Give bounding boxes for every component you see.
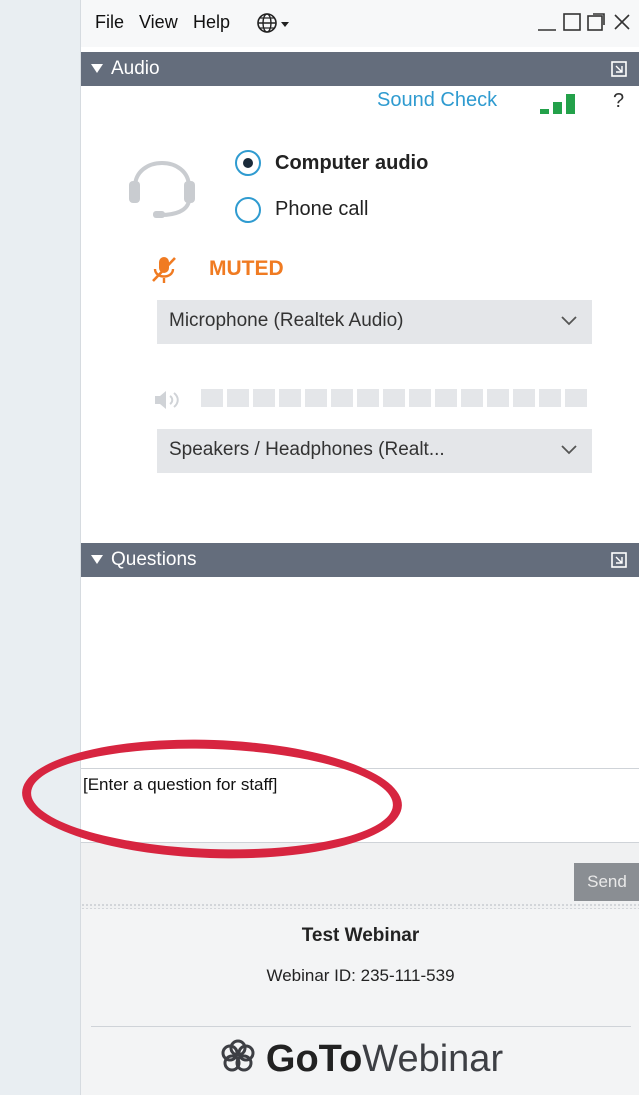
sound-check-link[interactable]: Sound Check — [377, 89, 497, 112]
brand-webinar: Webinar — [362, 1038, 504, 1080]
audio-level-icon — [538, 92, 586, 121]
popout-icon[interactable] — [610, 551, 628, 574]
brand-goto: GoTo — [265, 1038, 363, 1080]
flower-logo-icon — [218, 1037, 258, 1087]
menu-help[interactable]: Help — [193, 12, 230, 33]
close-icon[interactable] — [611, 10, 633, 39]
gotowebinar-control-panel: File View Help Audio Sound Check ? Compu… — [80, 0, 639, 1095]
microphone-muted-icon[interactable] — [151, 255, 177, 290]
help-icon[interactable]: ? — [613, 90, 624, 113]
questions-pane-header[interactable]: Questions — [81, 543, 639, 577]
computer-audio-label[interactable]: Computer audio — [275, 152, 428, 175]
chevron-down-icon — [560, 443, 578, 462]
maximize-icon[interactable] — [561, 10, 583, 39]
question-input[interactable]: [Enter a question for staff] — [81, 768, 639, 843]
phone-call-radio[interactable] — [235, 197, 261, 223]
phone-call-label[interactable]: Phone call — [275, 198, 368, 221]
collapse-triangle-icon[interactable] — [91, 555, 103, 564]
gotowebinar-logo: GoToWebinar — [81, 1037, 639, 1087]
send-row: Send — [81, 843, 639, 903]
collapse-triangle-icon[interactable] — [91, 64, 103, 73]
microphone-select[interactable]: Microphone (Realtek Audio) — [157, 300, 592, 344]
footer-divider — [91, 1026, 631, 1027]
undock-icon[interactable] — [585, 10, 607, 39]
muted-status: MUTED — [209, 257, 284, 280]
audio-header-title: Audio — [111, 58, 160, 79]
webinar-id: Webinar ID: 235-111-539 — [266, 966, 455, 985]
computer-audio-radio[interactable] — [235, 150, 261, 176]
minimize-icon[interactable] — [536, 10, 558, 39]
globe-icon[interactable] — [255, 10, 295, 41]
menu-view[interactable]: View — [139, 12, 178, 33]
webinar-title: Test Webinar — [301, 925, 420, 946]
popout-icon[interactable] — [610, 60, 628, 83]
speaker-level-meter — [201, 389, 591, 412]
send-button[interactable]: Send — [574, 863, 639, 901]
speaker-select[interactable]: Speakers / Headphones (Realt... — [157, 429, 592, 473]
audio-pane-header[interactable]: Audio — [81, 52, 639, 86]
questions-header-title: Questions — [111, 549, 197, 570]
speaker-icon — [153, 389, 187, 416]
question-input-placeholder: [Enter a question for staff] — [83, 775, 278, 794]
headset-icon — [127, 145, 199, 228]
webinar-footer: Test Webinar Webinar ID: 235-111-539 GoT… — [81, 909, 639, 1095]
menu-bar: File View Help — [81, 0, 639, 47]
microphone-select-value: Microphone (Realtek Audio) — [169, 310, 404, 331]
chevron-down-icon — [560, 314, 578, 333]
speaker-select-value: Speakers / Headphones (Realt... — [169, 439, 445, 460]
menu-file[interactable]: File — [95, 12, 124, 33]
